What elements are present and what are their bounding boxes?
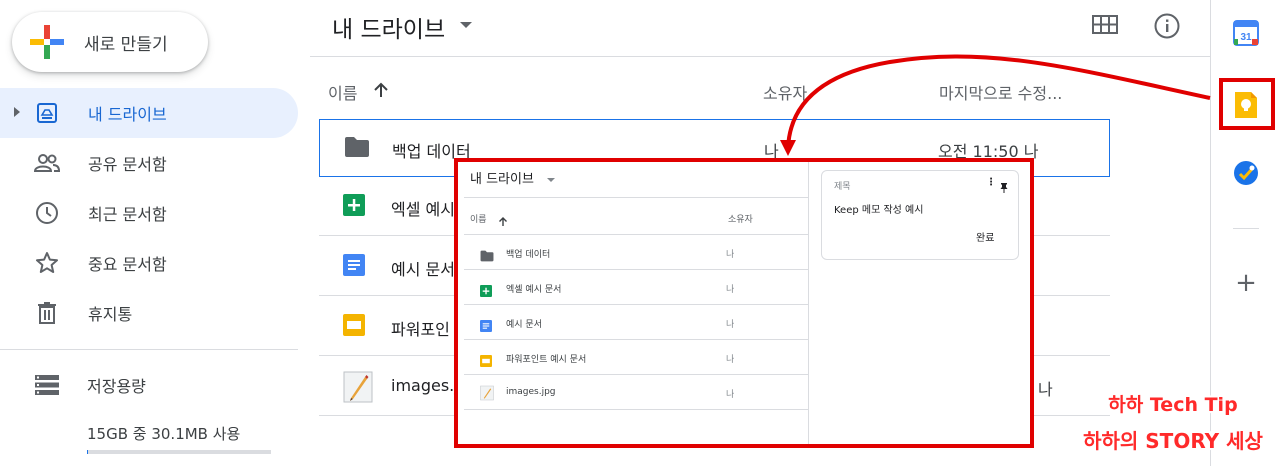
- keep-note-card: 제목 ⋮ Keep 메모 작성 예시 완료: [821, 170, 1019, 260]
- example-screenshot: 내 드라이브 이름 소유자 백업 데이터 나 엑셀 예시 문서 나 예시 문서 …: [454, 158, 1034, 448]
- inset-file-row: 파워포인트 예시 문서 나: [464, 340, 810, 375]
- inset-file-row: images.jpg 나: [464, 375, 810, 410]
- watermark-line-1: 하하 Tech Tip: [1108, 394, 1238, 416]
- keep-done-button: 완료: [976, 233, 995, 244]
- inset-divider: [464, 197, 810, 198]
- more-vert-icon: ⋮: [986, 177, 996, 188]
- slides-icon: [480, 352, 492, 367]
- inset-file-owner: 나: [726, 320, 735, 330]
- inset-file-owner: 나: [726, 285, 735, 295]
- inset-column-owner: 소유자: [728, 215, 753, 225]
- pin-icon: [1000, 178, 1008, 197]
- inset-file-row: 엑셀 예시 문서 나: [464, 270, 810, 305]
- inset-file-name: 예시 문서: [506, 320, 542, 330]
- sheets-icon: [480, 282, 492, 297]
- docs-icon: [480, 317, 492, 332]
- inset-file-owner: 나: [726, 250, 735, 260]
- inset-file-row: 백업 데이터 나: [464, 235, 810, 270]
- image-icon: [480, 385, 494, 401]
- watermark-line-2: 하하의 STORY 세상: [1083, 429, 1263, 453]
- keep-note-body: Keep 메모 작성 예시: [834, 205, 924, 216]
- inset-file-owner: 나: [726, 355, 735, 365]
- inset-title: 내 드라이브: [470, 172, 534, 187]
- inset-file-owner: 나: [726, 390, 735, 400]
- keep-note-title: 제목: [834, 182, 851, 192]
- inset-file-name: images.jpg: [506, 387, 556, 397]
- chevron-down-icon: [547, 178, 555, 182]
- arrow-up-icon: [498, 212, 508, 231]
- folder-icon: [480, 247, 494, 262]
- inset-file-name: 백업 데이터: [506, 250, 551, 260]
- inset-file-name: 엑셀 예시 문서: [506, 285, 562, 295]
- keep-side-panel: 제목 ⋮ Keep 메모 작성 예시 완료: [808, 162, 1030, 444]
- inset-file-name: 파워포인트 예시 문서: [506, 355, 587, 365]
- inset-column-name: 이름: [470, 215, 487, 225]
- inset-file-row: 예시 문서 나: [464, 305, 810, 340]
